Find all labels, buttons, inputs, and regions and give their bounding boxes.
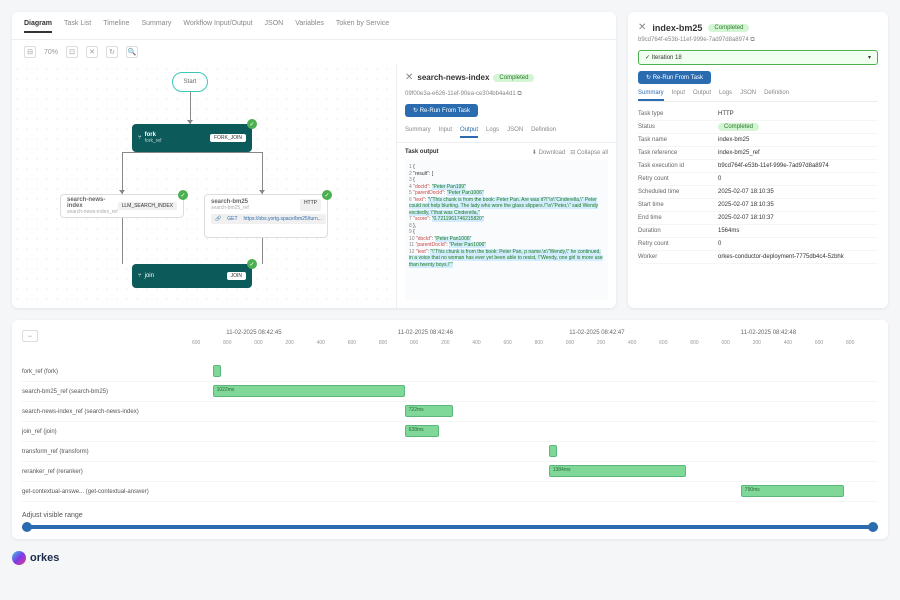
detail-id: b9cd764f-e53b-11ef-999e-7ad97d8a8974 ⧉ xyxy=(638,37,878,44)
logo-icon xyxy=(12,551,26,565)
range-slider[interactable] xyxy=(22,525,878,529)
link-icon: 🔗 xyxy=(215,216,221,222)
fit-icon[interactable]: ⊡ xyxy=(66,46,78,58)
node-start[interactable]: Start xyxy=(172,72,208,92)
tab-diagram[interactable]: Diagram xyxy=(24,20,52,33)
detail-row: Workerorkes-conductor-deployment-7775db4… xyxy=(638,251,878,264)
output-section-title: Task output xyxy=(405,149,439,156)
detail-tabs: Summary Input Output Logs JSON Definitio… xyxy=(638,90,878,102)
dttab-output[interactable]: Output xyxy=(693,90,711,101)
tptab-logs[interactable]: Logs xyxy=(486,127,499,138)
workflow-canvas[interactable]: Start ⑂forkfork_ref FORK_JOIN ✓ search-n… xyxy=(12,64,396,308)
task-id: 09f00e3a-e626-11ef-90ea-ce304bb4a4d1 ⧉ xyxy=(397,91,616,98)
timeline-row: search-bm25_ref (search-bm25)1022ms xyxy=(22,382,878,402)
close-icon[interactable]: ✕ xyxy=(405,72,413,83)
tab-summary[interactable]: Summary xyxy=(141,20,171,33)
main-tabs: Diagram Task List Timeline Summary Workf… xyxy=(12,12,616,40)
node-search-bm25[interactable]: search-bm25search-bm25_refHTTP 🔗GEThttps… xyxy=(204,194,328,238)
tptab-summary[interactable]: Summary xyxy=(405,127,431,138)
timeline-panel: ↔ 11-02-2025 08:42:4511-02-2025 08:42:46… xyxy=(12,320,888,539)
refresh-icon[interactable]: ↻ xyxy=(106,46,118,58)
timeline-row: join_ref (join)638ms xyxy=(22,422,878,442)
tab-json[interactable]: JSON xyxy=(265,20,284,33)
node-fork[interactable]: ⑂forkfork_ref FORK_JOIN ✓ xyxy=(132,124,252,152)
tab-tasklist[interactable]: Task List xyxy=(64,20,91,33)
detail-row: Task execution idb9cd764f-e53b-11ef-999e… xyxy=(638,160,878,173)
fork-icon: ⑂ xyxy=(138,135,142,141)
join-icon: ⑂ xyxy=(138,273,142,279)
http-url[interactable]: 🔗GEThttps://obs.yortg.space/bm25/turn... xyxy=(211,214,326,224)
check-icon: ✓ xyxy=(322,190,332,200)
detail-row: Scheduled time2025-02-07 18:10:35 xyxy=(638,186,878,199)
detail-row: Duration1564ms xyxy=(638,225,878,238)
expand-icon[interactable]: ↔ xyxy=(22,330,38,342)
http-badge: HTTP xyxy=(300,199,321,211)
dttab-summary[interactable]: Summary xyxy=(638,90,664,101)
status-badge: Completed xyxy=(493,74,534,82)
tptab-json[interactable]: JSON xyxy=(507,127,523,138)
tab-wfio[interactable]: Workflow Input/Output xyxy=(183,20,252,33)
close-icon[interactable]: ✕ xyxy=(638,22,646,33)
dttab-json[interactable]: JSON xyxy=(740,90,756,101)
close-icon[interactable]: ✕ xyxy=(86,46,98,58)
detail-row: Task nameindex-bm25 xyxy=(638,134,878,147)
node-join[interactable]: ⑂join JOIN ✓ xyxy=(132,264,252,288)
slider-handle-right[interactable] xyxy=(868,522,878,532)
check-icon: ✓ xyxy=(178,190,188,200)
dttab-input[interactable]: Input xyxy=(672,90,685,101)
collapse-button[interactable]: ⊟ Collapse all xyxy=(570,150,608,156)
timeline-row: transform_ref (transform) xyxy=(22,442,878,462)
fork-badge: FORK_JOIN xyxy=(210,134,246,142)
tab-timeline[interactable]: Timeline xyxy=(103,20,129,33)
timeline-row: search-news-index_ref (search-news-index… xyxy=(22,402,878,422)
slider-handle-left[interactable] xyxy=(22,522,32,532)
detail-row: Task referenceindex-bm25_ref xyxy=(638,147,878,160)
status-badge: Completed xyxy=(708,24,749,32)
tab-token[interactable]: Token by Service xyxy=(336,20,389,33)
rerun-button[interactable]: ↻ Re-Run From Task xyxy=(405,104,478,117)
task-tabs: Summary Input Output Logs JSON Definitio… xyxy=(397,123,616,143)
detail-row: Retry count0 xyxy=(638,173,878,186)
iteration-select[interactable]: ✓ Iteration 18 ▾ xyxy=(638,50,878,65)
tptab-output[interactable]: Output xyxy=(460,127,478,138)
detail-row: StatusCompleted xyxy=(638,121,878,134)
detail-row: End time2025-02-07 18:10:37 xyxy=(638,212,878,225)
detail-panel: ✕ index-bm25 Completed b9cd764f-e53b-11e… xyxy=(628,12,888,308)
node-search-news[interactable]: search-news-indexsearch-news-index_ref L… xyxy=(60,194,184,218)
detail-row: Start time2025-02-07 18:10:35 xyxy=(638,199,878,212)
json-output[interactable]: 1 {2 "result": [3 {4 "docId": "Peter Pan… xyxy=(405,160,608,300)
task-output-pane: ✕ search-news-index Completed 09f00e3a-e… xyxy=(396,64,616,308)
timeline-axis: 11-02-2025 08:42:4511-02-2025 08:42:4611… xyxy=(192,330,878,342)
timeline-row: fork_ref (fork) xyxy=(22,362,878,382)
detail-rows: Task typeHTTPStatusCompletedTask nameind… xyxy=(638,108,878,264)
tptab-def[interactable]: Definition xyxy=(531,127,556,138)
detail-title: index-bm25 xyxy=(652,23,702,33)
dttab-def[interactable]: Definition xyxy=(764,90,789,101)
zoom-level[interactable]: 70% xyxy=(44,49,58,56)
check-icon: ✓ xyxy=(247,119,257,129)
tab-variables[interactable]: Variables xyxy=(295,20,324,33)
task-title: search-news-index xyxy=(417,73,489,82)
timeline-row: get-contextual-answe... (get-contextual-… xyxy=(22,482,878,502)
tptab-input[interactable]: Input xyxy=(439,127,452,138)
check-icon: ✓ xyxy=(247,259,257,269)
diagram-toolbar: ⊟ 70% ⊡ ✕ ↻ 🔍 xyxy=(12,40,616,64)
search-icon[interactable]: 🔍 xyxy=(126,46,138,58)
brand-logo: orkes xyxy=(12,551,888,565)
timeline-rows: fork_ref (fork)search-bm25_ref (search-b… xyxy=(22,362,878,502)
copy-icon[interactable]: ⧉ xyxy=(750,37,754,43)
llm-badge: LLM_SEARCH_INDEX xyxy=(118,202,177,210)
timeline-row: reranker_ref (reranker)1384ms xyxy=(22,462,878,482)
collapse-icon[interactable]: ⊟ xyxy=(24,46,36,58)
copy-icon[interactable]: ⧉ xyxy=(517,91,521,97)
download-button[interactable]: ⬇ Download xyxy=(532,150,565,156)
detail-row: Task typeHTTP xyxy=(638,108,878,121)
rerun-button[interactable]: ↻ Re-Run From Task xyxy=(638,71,711,84)
diagram-panel: Diagram Task List Timeline Summary Workf… xyxy=(12,12,616,308)
dttab-logs[interactable]: Logs xyxy=(719,90,732,101)
slider-label: Adjust visible range xyxy=(22,512,878,519)
detail-row: Retry count0 xyxy=(638,238,878,251)
